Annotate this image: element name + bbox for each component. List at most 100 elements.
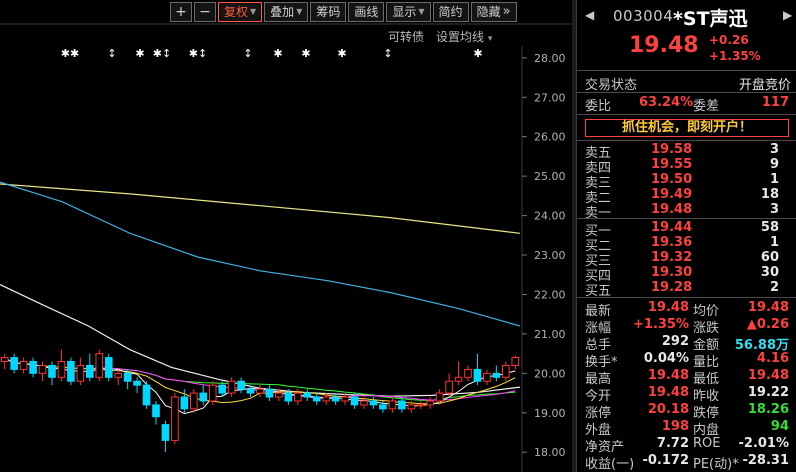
candle-body [341, 396, 349, 402]
chevron-down-icon: ▼ [250, 7, 257, 16]
simple-button[interactable]: 简约 [432, 2, 469, 22]
quote-value: 198 [661, 419, 689, 434]
orderbook-price: 19.36 [651, 235, 693, 250]
kline-chart[interactable]: 28.00 27.00 26.00 25.00 24.00 23.00 22.00 21.00… [0, 0, 572, 472]
chips-button[interactable]: 筹码 [310, 2, 347, 22]
quote-row: 涨幅 +1.35% 涨跌 ▲0.26 [577, 317, 796, 336]
hide-button[interactable]: 隐藏» [470, 2, 517, 22]
orderbook-row[interactable]: 买二 19.36 1 [577, 235, 796, 254]
display-button[interactable]: 显示 ▼ [386, 2, 431, 22]
stock-header: ◀ 003004 *ST声迅 ▶ 19.48 +0.26 +1.35% [577, 0, 796, 70]
candle-body [322, 396, 330, 402]
chart-toolbar: + − 复权 ▼ 叠加 ▼ 筹码 画线 显示 ▼ 简约 隐藏» [170, 2, 517, 22]
candle-body [256, 388, 264, 394]
quote-row: 收益(一) -0.172 PE(动)* -28.31 [577, 453, 796, 472]
chart-subtoolbar: 可转债 设置均线 ▾ [388, 28, 492, 45]
adjust-right-button[interactable]: 复权 ▼ [218, 2, 263, 22]
quote-value: 19.48 [647, 368, 689, 383]
prev-stock-icon[interactable]: ◀ [585, 8, 594, 22]
open-account-banner[interactable]: 抓住机会，即刻开户！ [585, 119, 789, 137]
divider [577, 140, 796, 141]
zoom-out-button[interactable]: − [194, 2, 216, 22]
candle-body [161, 424, 170, 441]
candle-body [303, 392, 312, 398]
ma-settings-dropdown[interactable]: 设置均线 ▾ [436, 28, 492, 45]
y-tick-label: 18.00 [534, 446, 566, 459]
orderbook-volume: 30 [760, 265, 779, 280]
chevron-down-icon: ▾ [487, 34, 493, 44]
orderbook-row[interactable]: 卖五 19.58 3 [577, 142, 796, 161]
event-marker: ↕ [243, 47, 252, 60]
candle-body [227, 380, 236, 394]
y-tick-label: 24.00 [534, 210, 566, 223]
orderbook-price: 19.58 [651, 142, 693, 157]
quote-value: ▲0.26 [746, 317, 789, 332]
quote-value: 7.72 [656, 436, 689, 451]
orderbook-row[interactable]: 买五 19.28 2 [577, 280, 796, 299]
draw-line-button[interactable]: 画线 [348, 2, 385, 22]
candle-body [435, 392, 444, 402]
overlay-button[interactable]: 叠加 ▼ [264, 2, 309, 22]
orderbook-volume: 3 [769, 142, 779, 157]
orderbook-price: 19.28 [651, 280, 693, 295]
ma-mid-line [0, 181, 521, 327]
orderbook-price: 19.48 [651, 202, 693, 217]
order-diff-label: 委差 [693, 99, 720, 114]
candle-body [67, 361, 75, 382]
candle-body [190, 392, 198, 410]
quote-value: 94 [770, 419, 789, 434]
convertible-bond-link[interactable]: 可转债 [388, 28, 424, 45]
kline-chart-area[interactable]: 28.00 27.00 26.00 25.00 24.00 23.00 22.00 21.00… [0, 0, 572, 472]
orderbook-volume: 2 [769, 280, 779, 295]
y-tick-label: 26.00 [534, 131, 566, 144]
chevron-down-icon: ▼ [296, 7, 303, 16]
orderbook-row[interactable]: 卖一 19.48 3 [577, 202, 796, 221]
next-stock-icon[interactable]: ▶ [783, 8, 792, 22]
chips-label: 筹码 [316, 5, 341, 19]
divider [577, 297, 796, 298]
candle-body [369, 400, 378, 406]
orderbook-price: 19.55 [651, 157, 693, 172]
y-tick-label: 25.00 [534, 170, 566, 183]
orderbook-volume: 9 [769, 157, 779, 172]
event-marker: ✱✱ [61, 47, 79, 60]
candle-body [350, 396, 359, 406]
orderbook-row[interactable]: 卖三 19.50 1 [577, 172, 796, 191]
orderbook-row[interactable]: 卖二 19.49 18 [577, 187, 796, 206]
quote-row: 涨停 20.18 跌停 18.26 [577, 402, 796, 421]
candle-body [388, 400, 397, 410]
event-marker: ✱↕ [189, 47, 207, 60]
candle-body [95, 353, 104, 378]
current-price: 19.48 [629, 33, 699, 58]
candle-body [180, 396, 189, 410]
candle-body [265, 388, 274, 398]
trade-status-label: 交易状态 [585, 78, 638, 93]
candle-body [237, 380, 245, 390]
candle-body [171, 396, 179, 441]
quote-value: 292 [661, 334, 689, 349]
ma-settings-label: 设置均线 [436, 30, 485, 44]
quote-row: 最新 19.48 均价 19.48 [577, 300, 796, 319]
orderbook-volume: 1 [769, 235, 779, 250]
trade-status-row: 交易状态 开盘竞价 [577, 72, 796, 93]
candle-body [10, 357, 18, 370]
quote-value: 19.48 [747, 368, 789, 383]
event-marker: ✱ [135, 47, 144, 60]
quote-row: 总手 292 金额 56.88万 [577, 334, 796, 353]
y-tick-label: 23.00 [534, 249, 566, 262]
candle-body [0, 357, 9, 363]
orderbook-row[interactable]: 买三 19.32 60 [577, 250, 796, 269]
candle-body [133, 380, 141, 386]
candle-body [199, 392, 208, 402]
zoom-in-button[interactable]: + [170, 2, 192, 22]
event-marker: ✱ [301, 47, 310, 60]
orderbook-volume: 58 [760, 220, 779, 235]
orderbook-row[interactable]: 买四 19.30 30 [577, 265, 796, 284]
orderbook-volume: 1 [769, 172, 779, 187]
orderbook-row[interactable]: 买一 19.44 58 [577, 220, 796, 239]
orderbook-price: 19.49 [651, 187, 693, 202]
orderbook-row[interactable]: 卖四 19.55 9 [577, 157, 796, 176]
quote-value: 19.48 [647, 385, 689, 400]
candle-body [152, 404, 160, 418]
overlay-label: 叠加 [270, 5, 295, 19]
